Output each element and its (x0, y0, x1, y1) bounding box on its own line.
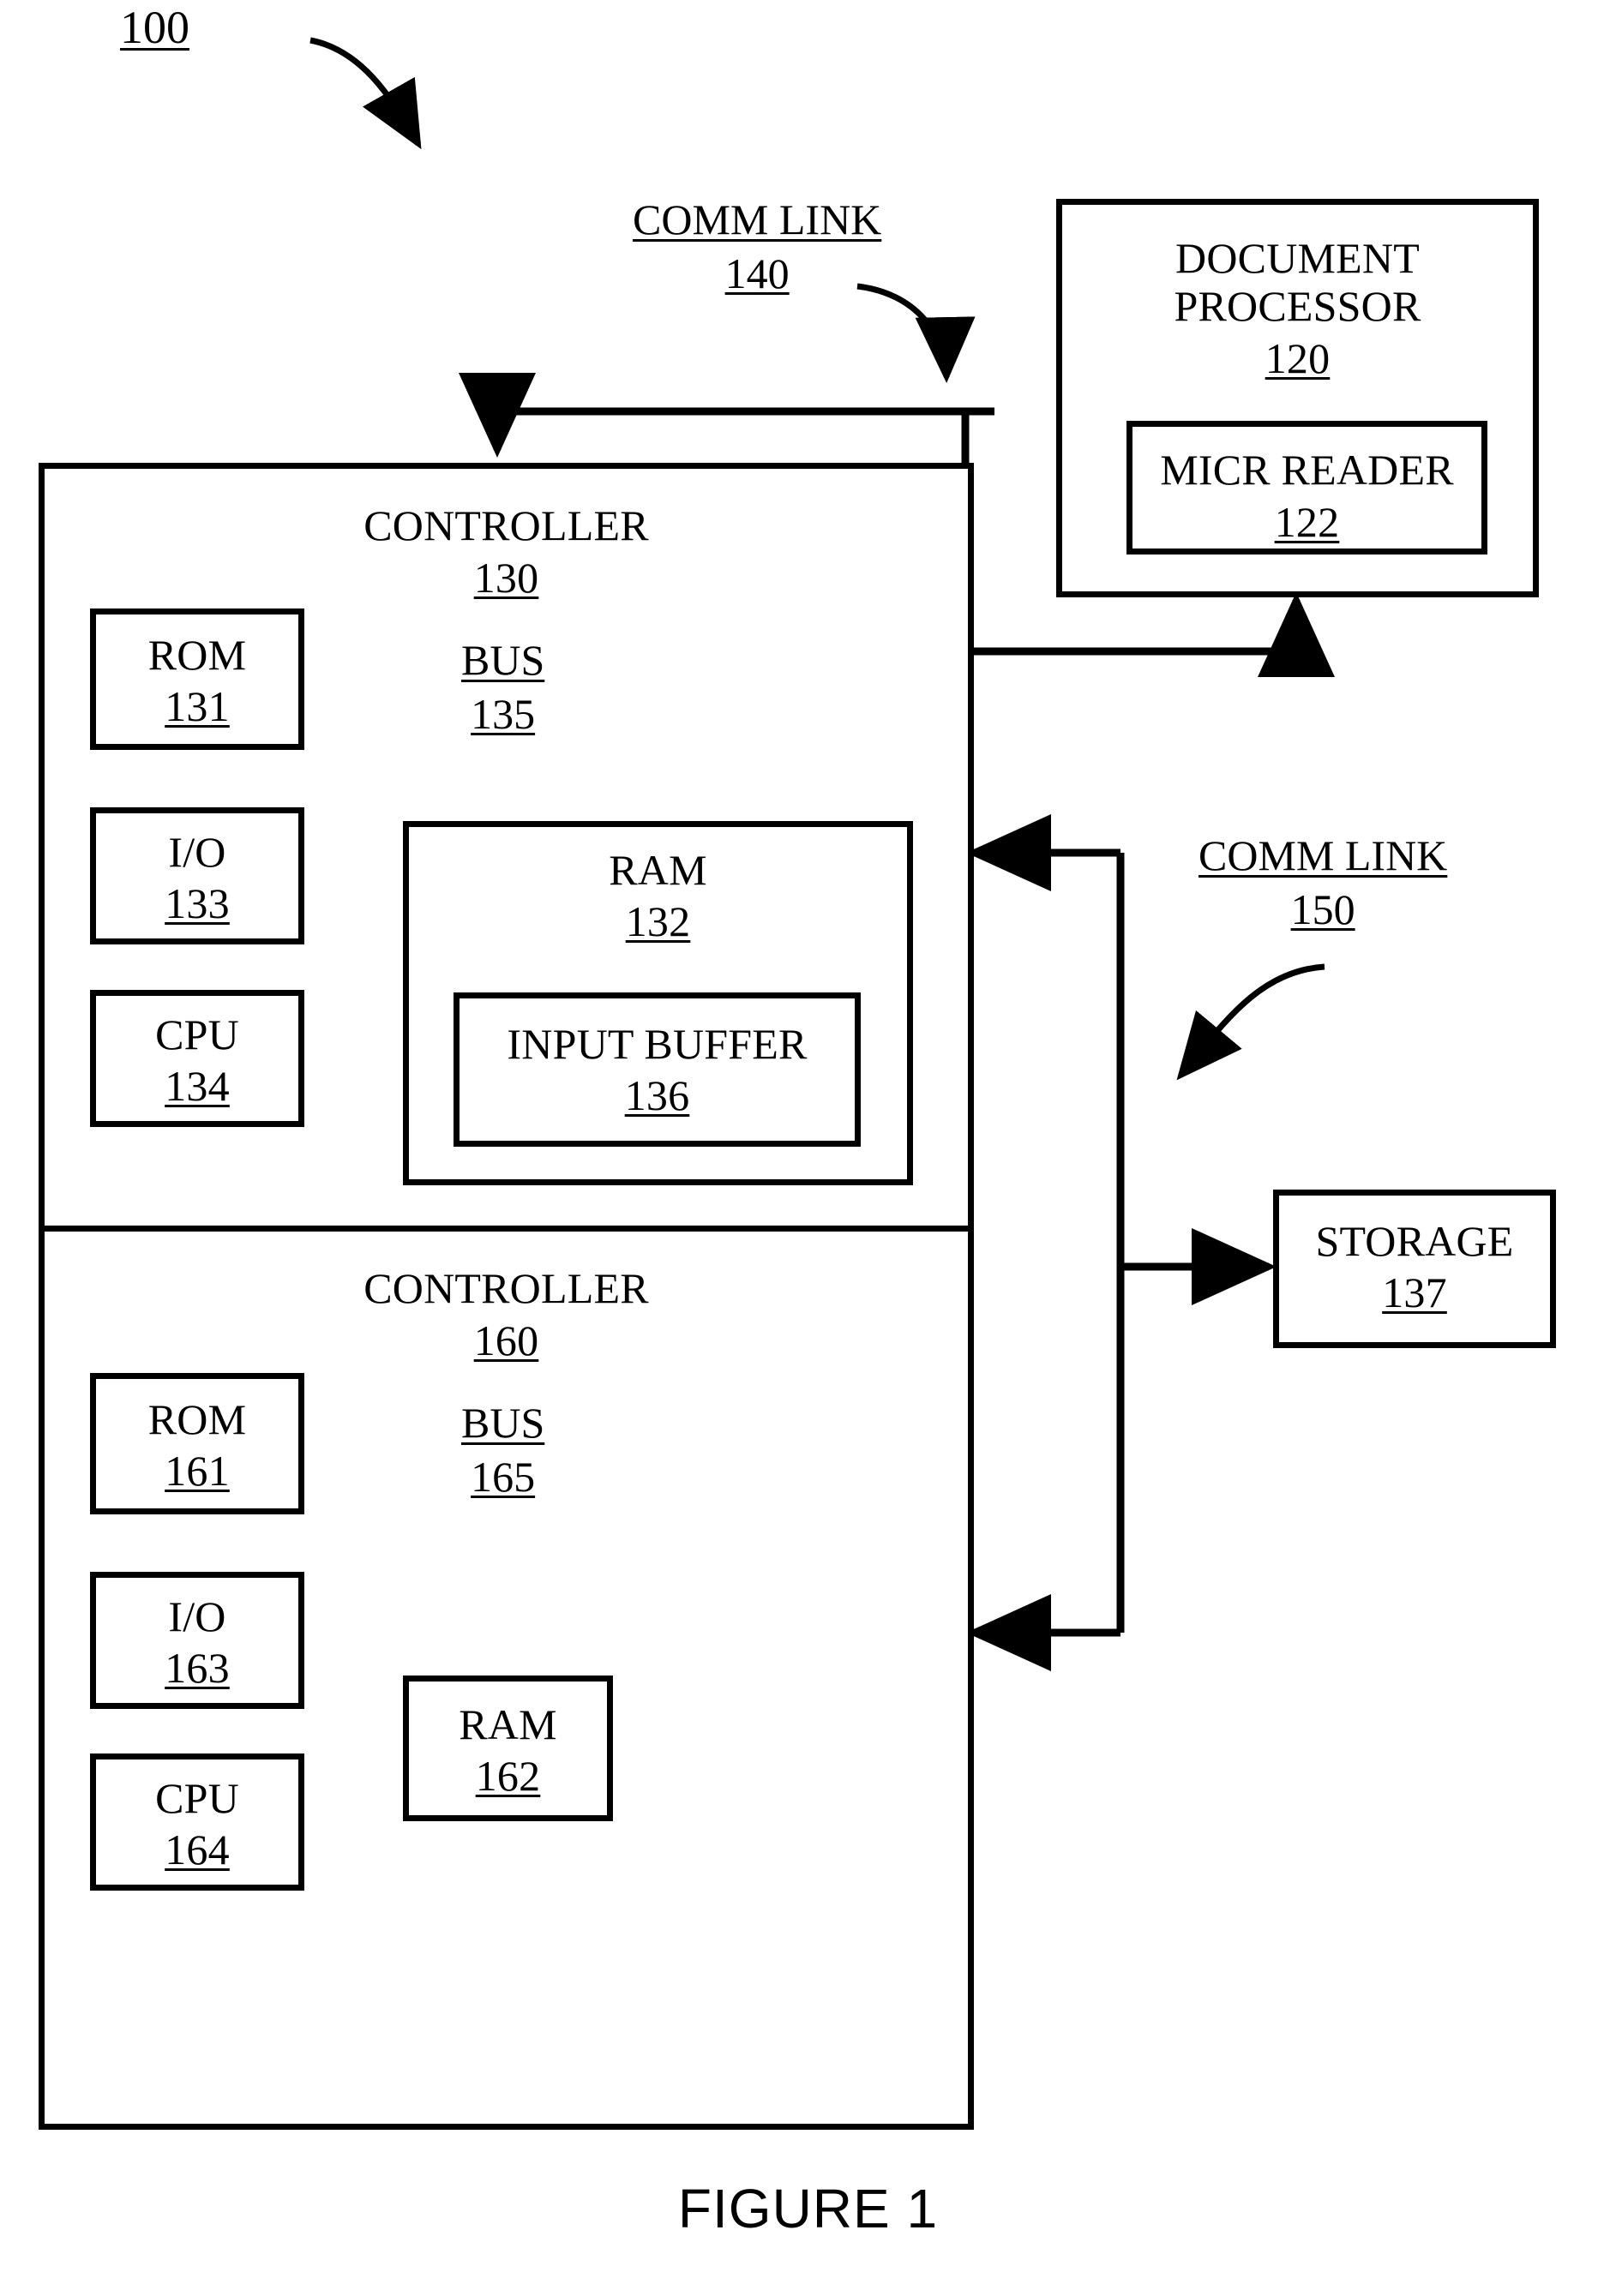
cpu-164-box[interactable]: CPU 164 (90, 1753, 304, 1891)
document-processor-box[interactable]: DOCUMENT PROCESSOR 120 MICR READER 122 (1056, 199, 1539, 597)
controller-160-ref: 160 (473, 1316, 539, 1364)
comm-link-140-label: COMM LINK 140 (633, 195, 881, 298)
ram-132-label: RAM 132 (409, 846, 907, 945)
cpu-164-name: CPU (155, 1774, 239, 1822)
bus-135-ref: 135 (471, 690, 536, 738)
controller-160-name: CONTROLLER (363, 1264, 649, 1312)
patent-figure: 100 COMM LINK 140 DOCUMENT PROCESSOR 120… (0, 0, 1616, 2296)
io-163-ref: 163 (165, 1644, 230, 1692)
input-buffer-136-ref: 136 (624, 1071, 690, 1119)
input-buffer-136-name: INPUT BUFFER (507, 1020, 808, 1068)
storage-137-ref: 137 (1382, 1268, 1447, 1316)
micr-reader-ref: 122 (1274, 498, 1340, 546)
leader-comm-link-140 (856, 283, 976, 383)
controller-130-name: CONTROLLER (363, 501, 649, 549)
cpu-134-label: CPU 134 (96, 1010, 298, 1110)
io-133-name: I/O (168, 828, 226, 876)
ram-132-ref: 132 (625, 897, 691, 945)
document-processor-ref: 120 (1265, 334, 1331, 382)
comm-link-140-name: COMM LINK (633, 195, 882, 243)
rom-161-name: ROM (147, 1395, 247, 1443)
controller-160-label: CONTROLLER 160 (45, 1264, 968, 1364)
ram-162-name: RAM (459, 1700, 557, 1748)
document-processor-name-line2: PROCESSOR (1174, 282, 1421, 330)
system-ref-100: 100 (120, 2, 189, 55)
system-ref-100-value: 100 (120, 2, 189, 53)
document-processor-label: DOCUMENT PROCESSOR 120 (1062, 234, 1533, 382)
bus-135-name: BUS (461, 636, 545, 684)
micr-reader-label: MICR READER 122 (1132, 446, 1481, 546)
io-163-box[interactable]: I/O 163 (90, 1572, 304, 1709)
bus-165-ref: 165 (471, 1453, 536, 1501)
comm-link-150-name: COMM LINK (1198, 831, 1448, 879)
cpu-134-ref: 134 (165, 1062, 230, 1110)
bus-165-label: BUS 165 (461, 1399, 544, 1502)
ram-162-ref: 162 (475, 1752, 541, 1800)
storage-137-box[interactable]: STORAGE 137 (1273, 1190, 1556, 1348)
rom-161-ref: 161 (165, 1447, 230, 1495)
cpu-134-box[interactable]: CPU 134 (90, 990, 304, 1127)
input-buffer-136-box[interactable]: INPUT BUFFER 136 (454, 992, 861, 1147)
micr-reader-name: MICR READER (1160, 446, 1454, 494)
rom-161-box[interactable]: ROM 161 (90, 1373, 304, 1514)
leader-comm-link-150 (1176, 963, 1325, 1081)
comm-link-150-ref: 150 (1290, 885, 1355, 933)
io-163-label: I/O 163 (96, 1592, 298, 1692)
cpu-164-ref: 164 (165, 1825, 230, 1873)
storage-137-name: STORAGE (1315, 1217, 1514, 1265)
cpu-164-label: CPU 164 (96, 1774, 298, 1873)
rom-131-name: ROM (147, 631, 247, 679)
ram-132-name: RAM (609, 846, 707, 894)
input-buffer-136-label: INPUT BUFFER 136 (460, 1020, 855, 1119)
controller-130-ref: 130 (473, 554, 539, 602)
bus-135-label: BUS 135 (461, 636, 544, 739)
rom-161-label: ROM 161 (96, 1395, 298, 1495)
rom-131-box[interactable]: ROM 131 (90, 608, 304, 750)
micr-reader-box[interactable]: MICR READER 122 (1126, 421, 1487, 555)
ram-162-box[interactable]: RAM 162 (403, 1676, 613, 1821)
io-163-name: I/O (168, 1592, 226, 1640)
controller-130-label: CONTROLLER 130 (45, 501, 968, 602)
rom-131-label: ROM 131 (96, 631, 298, 730)
storage-137-label: STORAGE 137 (1279, 1217, 1550, 1316)
rom-131-ref: 131 (165, 682, 230, 730)
ram-132-box[interactable]: RAM 132 INPUT BUFFER 136 (403, 821, 913, 1185)
io-133-box[interactable]: I/O 133 (90, 807, 304, 944)
comm-link-140-ref: 140 (724, 249, 790, 297)
comm-link-150-label: COMM LINK 150 (1198, 831, 1447, 934)
io-133-ref: 133 (165, 879, 230, 927)
figure-caption-text: FIGURE 1 (677, 2178, 939, 2239)
figure-caption: FIGURE 1 (0, 2177, 1616, 2240)
comm-link-140-downlink (459, 373, 994, 458)
ram-162-label: RAM 162 (409, 1700, 607, 1800)
cpu-134-name: CPU (155, 1010, 239, 1058)
bus-165-name: BUS (461, 1399, 545, 1447)
leader-100 (309, 37, 422, 150)
io-133-label: I/O 133 (96, 828, 298, 927)
document-processor-name-line1: DOCUMENT (1175, 234, 1420, 282)
